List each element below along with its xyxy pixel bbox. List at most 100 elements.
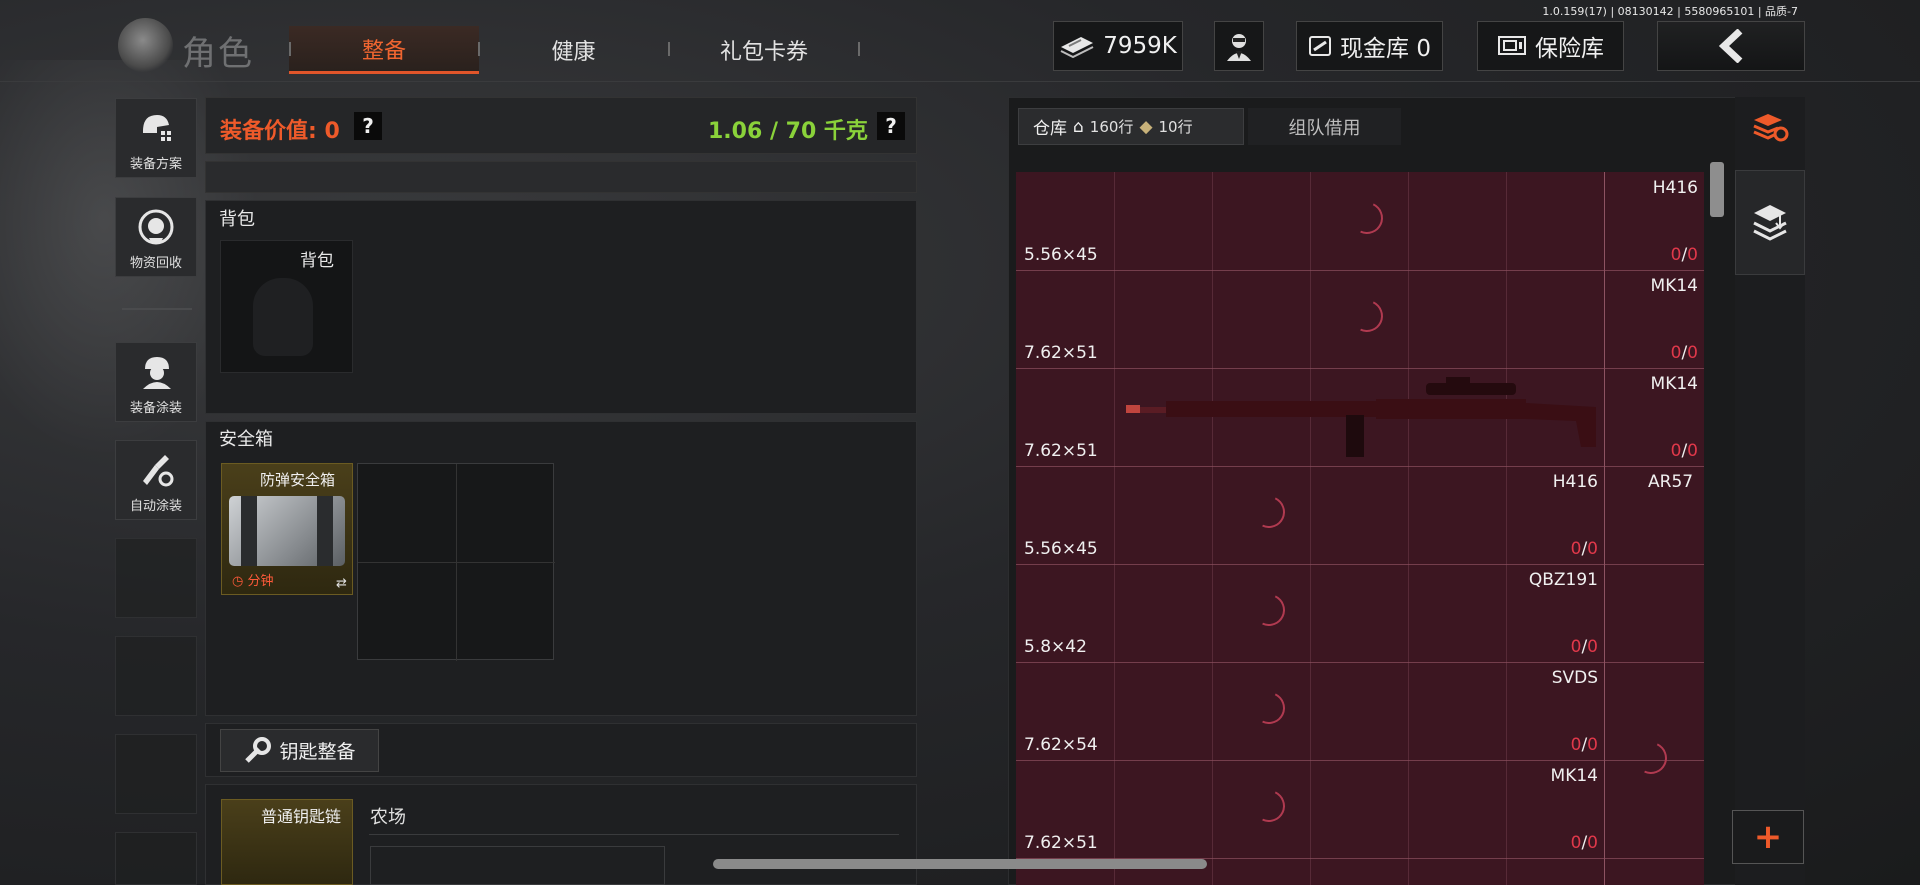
weapon-ammo: 0/0	[1570, 833, 1598, 853]
weapon-name: SVDS	[1551, 668, 1598, 688]
grid-line	[1604, 172, 1605, 885]
key-chain-location: 农场	[370, 807, 406, 828]
weight-help-button[interactable]: ?	[877, 112, 905, 140]
weapon-ammo: 0/0	[1570, 735, 1598, 755]
loadout-strip	[205, 161, 917, 193]
loading-spinner-icon	[1346, 295, 1388, 337]
weapon-ammo: 0/0	[1670, 245, 1698, 265]
warehouse-row-count: 160行	[1089, 118, 1134, 136]
weapon-caliber: 7.62×51	[1024, 833, 1098, 853]
game-logo-icon	[118, 18, 173, 73]
safe-box-strap	[241, 496, 257, 566]
weapon-caliber: 7.62×51	[1024, 441, 1098, 461]
equip-value-help-button[interactable]: ?	[354, 112, 382, 140]
nav-divider	[122, 308, 192, 310]
agent-avatar-icon	[1227, 34, 1251, 61]
tab-team-borrow[interactable]: 组队借用	[1248, 108, 1401, 145]
refresh-stack-button[interactable]	[1735, 97, 1805, 157]
soldier-icon	[143, 357, 171, 389]
tab-warehouse[interactable]: 仓库 ⌂ 160行 ◆ 10行	[1018, 108, 1244, 145]
loading-spinner-icon	[1630, 737, 1672, 779]
nav-label: 物资回收	[129, 256, 182, 271]
loading-spinner-icon	[1248, 589, 1290, 631]
nav-empty-slot	[115, 538, 197, 618]
safe-box-strap	[317, 496, 333, 566]
helmet-grid-icon	[143, 115, 171, 141]
warehouse-scrollbar[interactable]	[1710, 162, 1724, 217]
weight-capacity: 1.06 / 70 千克	[708, 119, 868, 144]
weapon-ammo: 0/0	[1670, 343, 1698, 363]
grid-line	[1016, 466, 1704, 467]
back-button[interactable]	[1657, 21, 1805, 71]
weapon-name: AR57	[1648, 472, 1694, 492]
grid-line	[1310, 172, 1311, 885]
nav-empty-slot	[115, 832, 197, 885]
agent-button[interactable]	[1214, 21, 1264, 71]
nav-empty-slot	[115, 636, 197, 716]
wrench-icon	[245, 736, 272, 763]
cash-stack-icon	[1060, 37, 1094, 59]
tab-health[interactable]: 健康	[482, 26, 665, 74]
weapon-ammo: 0/0	[1570, 637, 1598, 657]
home-icon: ⌂	[1073, 116, 1084, 137]
insurance-vault-button[interactable]: 保险库	[1477, 21, 1624, 71]
grid-line	[1212, 172, 1213, 885]
version-text: 1.0.159(17) | 08130142 | 5580965101 | 品质…	[1542, 5, 1798, 18]
brush-gear-icon	[143, 455, 174, 487]
store-stack-button[interactable]	[1735, 170, 1805, 275]
warehouse-label: 仓库	[1033, 119, 1067, 139]
grid-line	[1114, 172, 1115, 885]
key-chain-name: 普通钥匙链	[261, 807, 342, 826]
weapon-name: H416	[1552, 472, 1598, 492]
grid-line	[1016, 270, 1704, 271]
home-indicator[interactable]	[713, 859, 1207, 869]
grid-line	[358, 562, 555, 563]
weapon-name: MK14	[1650, 276, 1698, 296]
grid-line	[1506, 172, 1507, 885]
grid-line	[1016, 760, 1704, 761]
grid-line	[1408, 172, 1409, 885]
nav-equipment-plan[interactable]: 装备方案	[115, 98, 197, 178]
chevron-left-icon	[1718, 29, 1743, 63]
loading-spinner-icon	[1248, 687, 1290, 729]
safe-box-name: 防弹安全箱	[260, 471, 336, 489]
backpack-title: 背包	[219, 209, 255, 230]
safe-box-grid[interactable]	[357, 463, 555, 661]
backpack-slot-label: 背包	[300, 251, 334, 271]
swap-icon[interactable]: ⇄	[336, 576, 347, 591]
nav-material-recycle[interactable]: 物资回收	[115, 197, 197, 277]
tab-gift-card[interactable]: 礼包卡券	[670, 26, 858, 74]
key-loadout-button[interactable]: 钥匙整备	[220, 729, 379, 772]
grid-line	[1016, 662, 1704, 663]
safe-box-title: 安全箱	[219, 429, 273, 450]
key-slot-grid[interactable]	[370, 846, 665, 885]
weapon-name: MK14	[1650, 374, 1698, 394]
add-button[interactable]: +	[1732, 810, 1804, 864]
money-button[interactable]: 7959K	[1053, 21, 1183, 71]
weapon-caliber: 7.62×51	[1024, 343, 1098, 363]
safe-box-time: ◷ 分钟	[232, 570, 274, 589]
recycle-icon	[138, 209, 174, 245]
warehouse-grid[interactable]: H416 5.56×45 0/0 MK14 7.62×51 0/0 MK14 7…	[1016, 172, 1704, 885]
key-loadout-label: 钥匙整备	[279, 741, 356, 763]
nav-auto-skin[interactable]: 自动涂装	[115, 440, 197, 520]
clock-icon: ◷	[232, 574, 248, 589]
sniper-rifle-icon	[1126, 377, 1596, 457]
cash-vault-button[interactable]: 现金库 0	[1296, 21, 1443, 71]
tab-equip[interactable]: 整备	[289, 26, 479, 74]
tab-separator	[478, 42, 480, 56]
nav-label: 装备方案	[129, 157, 182, 172]
insurance-vault-label: 保险库	[1535, 36, 1604, 62]
weapon-caliber: 7.62×54	[1024, 735, 1098, 755]
grid-line	[1016, 564, 1704, 565]
ticket-icon: ◆	[1139, 116, 1153, 137]
safe-vault-icon	[1498, 36, 1526, 55]
vault-card-icon	[1309, 36, 1332, 56]
cash-vault-label: 现金库 0	[1340, 36, 1431, 62]
layers-download-icon	[1753, 204, 1787, 241]
nav-equipment-skin[interactable]: 装备涂装	[115, 342, 197, 422]
weapon-ammo: 0/0	[1670, 441, 1698, 461]
loading-spinner-icon	[1248, 785, 1290, 827]
equip-value: 装备价值: 0	[220, 119, 340, 144]
weapon-caliber: 5.56×45	[1024, 539, 1098, 559]
